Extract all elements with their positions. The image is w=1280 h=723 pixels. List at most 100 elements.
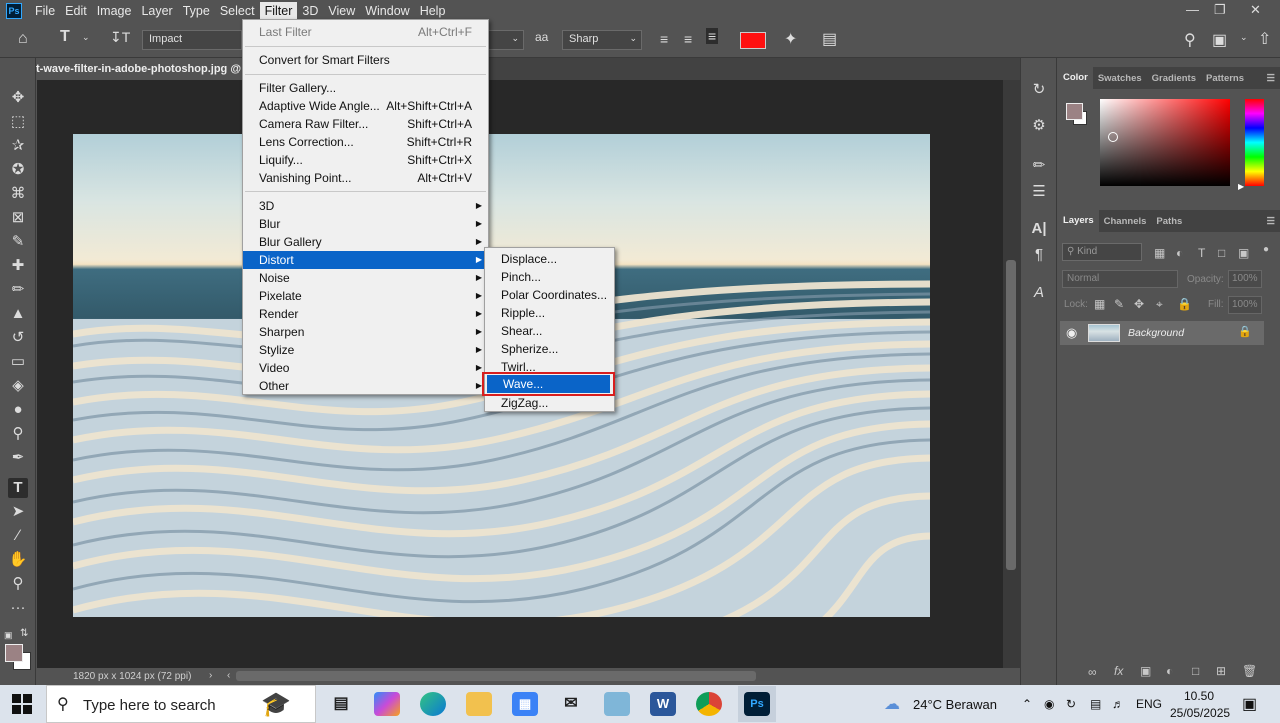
menu-item-distort[interactable]: Distort ▶ [243,251,488,269]
brush-tool-icon[interactable]: ✏ [8,280,28,300]
chevron-down-icon[interactable]: ⌄ [1240,32,1248,43]
horizontal-scrollbar[interactable] [236,671,756,681]
shape-filter-icon[interactable]: □ [1218,246,1225,260]
text-color-swatch[interactable] [740,32,766,49]
type-filter-icon[interactable]: T [1198,246,1205,260]
tab-color[interactable]: Color [1058,67,1093,89]
character-panel-icon[interactable]: ▤ [822,29,837,49]
frame-tool-icon[interactable]: ⊠ [8,208,28,228]
delete-layer-icon[interactable]: 🗑 [1242,664,1257,678]
scrollbar-thumb[interactable] [1006,260,1016,570]
tray-app-icon[interactable]: ◉ [1044,697,1054,711]
share-icon[interactable]: ⇧ [1258,29,1271,49]
menu-item-vanishing-point[interactable]: Vanishing Point... Alt+Ctrl+V [243,169,488,187]
tab-paths[interactable]: Paths [1151,216,1187,227]
minimize-button[interactable]: — [1186,2,1199,17]
language-indicator[interactable]: ENG [1136,697,1162,711]
word-icon[interactable]: W [650,692,676,716]
align-left-icon[interactable]: ≡ [660,31,668,47]
tab-swatches[interactable]: Swatches [1093,73,1147,84]
vertical-scrollbar[interactable] [1003,80,1020,668]
file-explorer-icon[interactable] [466,692,492,716]
history-brush-tool-icon[interactable]: ↺ [8,328,28,348]
pixel-filter-icon[interactable]: ▦ [1154,246,1165,260]
menu-item-3d[interactable]: 3D ▶ [243,197,488,215]
properties-panel-icon[interactable]: ⚙ [1029,116,1049,136]
tab-patterns[interactable]: Patterns [1201,73,1249,84]
notifications-icon[interactable]: ▣ [1242,694,1257,714]
volume-icon[interactable]: ♬ [1112,697,1124,711]
weather-cloud-icon[interactable]: ☁ [884,694,900,714]
menu-item-other[interactable]: Other ▶ [243,377,488,395]
menu-item-shear[interactable]: Shear... [485,322,614,340]
filter-toggle-icon[interactable]: ● [1263,244,1269,255]
layer-mask-icon[interactable]: ▣ [1140,664,1151,678]
lasso-tool-icon[interactable]: ✰ [8,136,28,156]
menu-item-ripple[interactable]: Ripple... [485,304,614,322]
layer-name[interactable]: Background [1128,327,1184,339]
menu-item-video[interactable]: Video ▶ [243,359,488,377]
menu-edit[interactable]: Edit [60,2,92,20]
menu-item-displace[interactable]: Displace... [485,250,614,268]
swap-colors-icon[interactable]: ⇅ [20,628,28,639]
menu-item-render[interactable]: Render ▶ [243,305,488,323]
menu-file[interactable]: File [30,2,60,20]
history-panel-icon[interactable]: ↻ [1029,80,1049,100]
search-icon[interactable]: ⚲ [1184,30,1196,50]
tab-gradients[interactable]: Gradients [1147,73,1201,84]
new-group-icon[interactable]: □ [1192,664,1199,678]
chrome-icon[interactable] [696,692,722,716]
healing-brush-tool-icon[interactable]: ✚ [8,256,28,276]
store-icon[interactable]: ▦ [512,692,538,716]
menu-image[interactable]: Image [92,2,137,20]
lock-all-icon[interactable]: 🔒 [1177,297,1192,311]
clock-date[interactable]: 25/05/2025 [1170,706,1230,720]
dodge-tool-icon[interactable]: ⚲ [8,424,28,444]
move-tool-icon[interactable]: ✥ [8,88,28,108]
menu-window[interactable]: Window [360,2,414,20]
default-colors-icon[interactable]: ▣ [4,630,14,640]
more-tools-icon[interactable]: ··· [8,598,28,618]
lock-transparent-icon[interactable]: ▦ [1094,297,1105,311]
chevron-left-icon[interactable]: ‹ [227,670,230,681]
menu-type[interactable]: Type [178,2,215,20]
menu-item-noise[interactable]: Noise ▶ [243,269,488,287]
adjustment-layer-icon[interactable]: ◐ [1166,664,1173,678]
workspace-icon[interactable]: ▣ [1212,30,1227,50]
adjustment-filter-icon[interactable]: ◐ [1176,246,1183,260]
windows-start-icon[interactable] [12,694,32,714]
menu-item-blur[interactable]: Blur ▶ [243,215,488,233]
crop-tool-icon[interactable]: ⌘ [8,184,28,204]
blur-tool-icon[interactable]: ● [8,400,28,420]
font-style-select[interactable]: ⌄ [488,30,524,50]
menu-item-lens-correction[interactable]: Lens Correction... Shift+Ctrl+R [243,133,488,151]
opacity-input[interactable]: 100% [1228,270,1262,288]
close-button[interactable]: ✕ [1250,2,1261,18]
menu-item-blur-gallery[interactable]: Blur Gallery ▶ [243,233,488,251]
menu-item-stylize[interactable]: Stylize ▶ [243,341,488,359]
fill-input[interactable]: 100% [1228,296,1262,314]
text-orientation-icon[interactable]: ↧T [110,29,130,46]
menu-item-pixelate[interactable]: Pixelate ▶ [243,287,488,305]
menu-select[interactable]: Select [215,2,260,20]
mail-icon[interactable]: ✉ [558,692,584,716]
menu-3d[interactable]: 3D [297,2,323,20]
chevron-right-icon[interactable]: › [209,670,212,681]
hue-slider[interactable] [1245,99,1264,186]
align-center-icon[interactable]: ≡ [684,31,692,47]
font-family-select[interactable]: Impact [142,30,242,50]
link-layers-icon[interactable]: ∞ [1088,665,1097,679]
path-selection-tool-icon[interactable]: ➤ [8,502,28,522]
menu-filter[interactable]: Filter [259,2,298,20]
notepad-icon[interactable] [604,692,630,716]
paint-bucket-tool-icon[interactable]: ◈ [8,376,28,396]
tray-sync-icon[interactable]: ↻ [1066,697,1076,711]
tray-chevron-up-icon[interactable]: ⌃ [1022,697,1032,711]
color-picker-cursor[interactable] [1108,132,1118,142]
eraser-tool-icon[interactable]: ▭ [8,352,28,372]
home-icon[interactable]: ⌂ [18,30,28,48]
character-panel-icon[interactable]: A| [1029,220,1049,240]
document-tab[interactable]: t-wave-filter-in-adobe-photoshop.jpg @ 5 [36,58,251,80]
new-layer-icon[interactable]: ⊞ [1216,664,1226,678]
menu-item-liquify[interactable]: Liquify... Shift+Ctrl+X [243,151,488,169]
